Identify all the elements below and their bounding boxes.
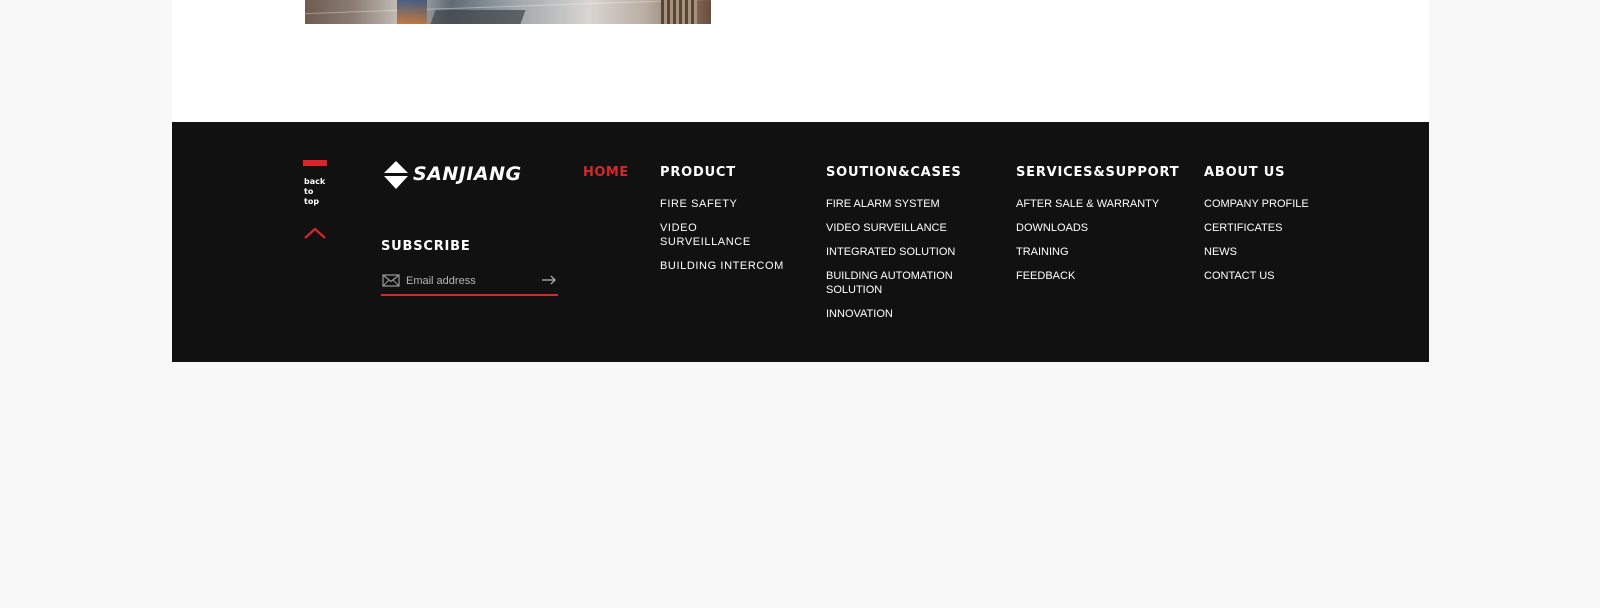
- subscribe-title: SUBSCRIBE: [381, 239, 471, 254]
- footer-link[interactable]: AFTER SALE & WARRANTY: [1016, 197, 1166, 211]
- footer-link[interactable]: DOWNLOADS: [1016, 221, 1166, 235]
- mail-icon: [382, 274, 400, 287]
- footer-link[interactable]: VIDEO SURVEILLANCE: [660, 221, 790, 249]
- article-image[interactable]: [305, 0, 711, 24]
- column-links: FIRE ALARM SYSTEM VIDEO SURVEILLANCE INT…: [826, 197, 956, 321]
- footer-link[interactable]: FEEDBACK: [1016, 269, 1166, 283]
- brand-name: SANJIANG: [413, 163, 522, 185]
- footer-link[interactable]: BUILDING AUTOMATION SOLUTION: [826, 269, 956, 297]
- chevron-up-icon: [304, 227, 326, 239]
- back-to-top-bar: [303, 160, 327, 166]
- footer-link[interactable]: VIDEO SURVEILLANCE: [826, 221, 956, 235]
- footer-link[interactable]: FIRE ALARM SYSTEM: [826, 197, 956, 211]
- footer-column-solutions: SOUTION&CASES FIRE ALARM SYSTEM VIDEO SU…: [826, 165, 961, 331]
- footer-link[interactable]: CERTIFICATES: [1204, 221, 1324, 235]
- footer-column-about: ABOUT US COMPANY PROFILE CERTIFICATES NE…: [1204, 165, 1324, 293]
- content-area: [172, 0, 1429, 122]
- nav-home-link[interactable]: HOME: [583, 165, 629, 180]
- column-title[interactable]: PRODUCT: [660, 165, 790, 180]
- column-links: FIRE SAFETY VIDEO SURVEILLANCE BUILDING …: [660, 197, 790, 273]
- footer-link[interactable]: INTEGRATED SOLUTION: [826, 245, 956, 259]
- back-to-top-label: back to top: [304, 177, 326, 206]
- footer-link[interactable]: INNOVATION: [826, 307, 956, 321]
- column-links: COMPANY PROFILE CERTIFICATES NEWS CONTAC…: [1204, 197, 1324, 283]
- footer-link[interactable]: COMPANY PROFILE: [1204, 197, 1324, 211]
- diamond-logo-icon: [381, 161, 411, 189]
- email-field[interactable]: [406, 271, 534, 291]
- footer-link[interactable]: CONTACT US: [1204, 269, 1324, 283]
- back-to-top-button[interactable]: back to top: [303, 160, 329, 242]
- site-footer: back to top SANJIANG SUBSCRIBE HOME: [172, 122, 1429, 362]
- footer-column-services: SERVICES&SUPPORT AFTER SALE & WARRANTY D…: [1016, 165, 1179, 293]
- brand-logo[interactable]: SANJIANG: [381, 160, 521, 190]
- column-title[interactable]: SOUTION&CASES: [826, 165, 961, 180]
- column-title[interactable]: ABOUT US: [1204, 165, 1324, 180]
- footer-link[interactable]: NEWS: [1204, 245, 1324, 259]
- column-title[interactable]: SERVICES&SUPPORT: [1016, 165, 1179, 180]
- footer-link[interactable]: FIRE SAFETY: [660, 197, 790, 211]
- footer-link[interactable]: TRAINING: [1016, 245, 1166, 259]
- footer-link[interactable]: BUILDING INTERCOM: [660, 259, 790, 273]
- footer-column-product: PRODUCT FIRE SAFETY VIDEO SURVEILLANCE B…: [660, 165, 790, 283]
- arrow-right-icon[interactable]: [541, 274, 557, 286]
- subscribe-form: [381, 269, 558, 296]
- column-links: AFTER SALE & WARRANTY DOWNLOADS TRAINING…: [1016, 197, 1166, 283]
